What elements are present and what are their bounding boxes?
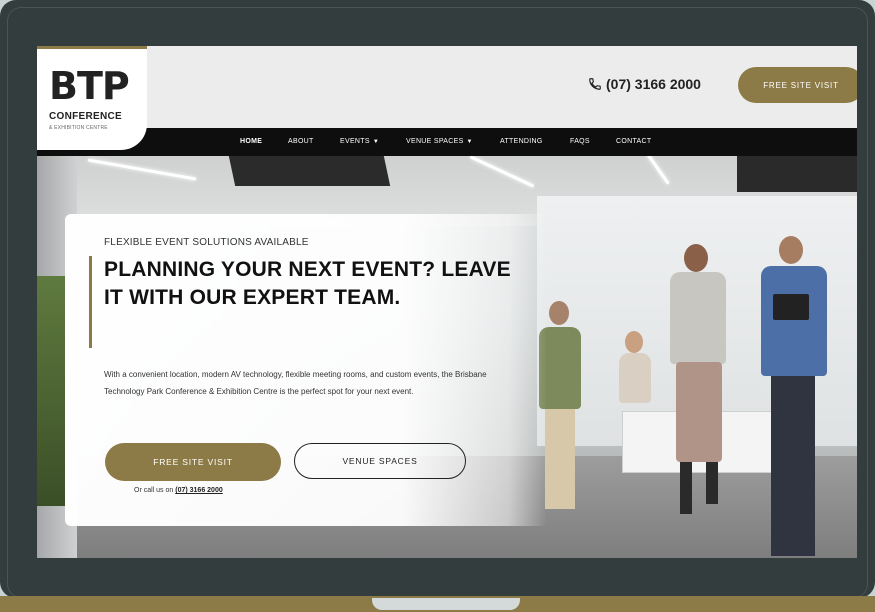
nav-item-venue-spaces[interactable]: VENUE SPACES ▼ [406,128,473,156]
nav-item-events-label: EVENTS [340,138,370,145]
nav-item-venue-spaces-label: VENUE SPACES [406,138,464,145]
hero-free-site-visit-button[interactable]: FREE SITE VISIT [105,443,281,481]
nav-item-faqs[interactable]: FAQS [570,128,590,156]
hero-plant [37,276,65,506]
tablet-device [773,294,809,320]
hero-venue-spaces-button[interactable]: VENUE SPACES [294,443,466,479]
chevron-down-icon: ▼ [372,139,380,145]
nav-item-attending[interactable]: ATTENDING [500,128,543,156]
hero-section: FLEXIBLE EVENT SOLUTIONS AVAILABLE PLANN… [37,156,857,558]
hero-body-copy: With a convenient location, modern AV te… [104,370,487,396]
nav-item-home[interactable]: HOME [240,128,262,156]
site-header: BTP CONFERENCE & EXHIBITION CENTRE (07) … [37,46,857,150]
ceiling-duct-right [737,156,857,192]
logo-line2: & EXHIBITION CENTRE [49,125,108,131]
laptop-bezel: BTP CONFERENCE & EXHIBITION CENTRE (07) … [0,0,875,598]
chevron-down-icon: ▼ [466,139,473,145]
nav-item-events[interactable]: EVENTS ▼ [340,128,379,156]
hero-headline: PLANNING YOUR NEXT EVENT? LEAVE IT WITH … [104,258,511,309]
hero-call-line: Or call us on (07) 3166 2000 [134,487,223,494]
main-nav: HOME ABOUT EVENTS ▼ VENUE SPACES ▼ ATTENDI… [37,128,857,156]
laptop-base-notch [372,598,520,610]
hero-call-link[interactable]: (07) 3166 2000 [175,487,222,494]
hero-eyebrow: FLEXIBLE EVENT SOLUTIONS AVAILABLE [104,237,309,248]
hero-accent-bar [89,256,92,348]
nav-item-contact[interactable]: CONTACT [616,128,651,156]
header-phone-number: (07) 3166 2000 [606,76,701,92]
header-free-site-visit-button[interactable]: FREE SITE VISIT [738,67,857,103]
hero-call-prefix: Or call us on [134,487,174,494]
logo-mark: BTP [49,64,130,108]
logo[interactable]: BTP CONFERENCE & EXHIBITION CENTRE [37,46,147,150]
ceiling-duct [228,156,391,186]
browser-screen: BTP CONFERENCE & EXHIBITION CENTRE (07) … [37,46,857,558]
header-phone[interactable]: (07) 3166 2000 [588,76,701,92]
nav-item-about[interactable]: ABOUT [288,128,314,156]
phone-icon [589,78,601,90]
logo-line1: CONFERENCE [49,111,123,122]
